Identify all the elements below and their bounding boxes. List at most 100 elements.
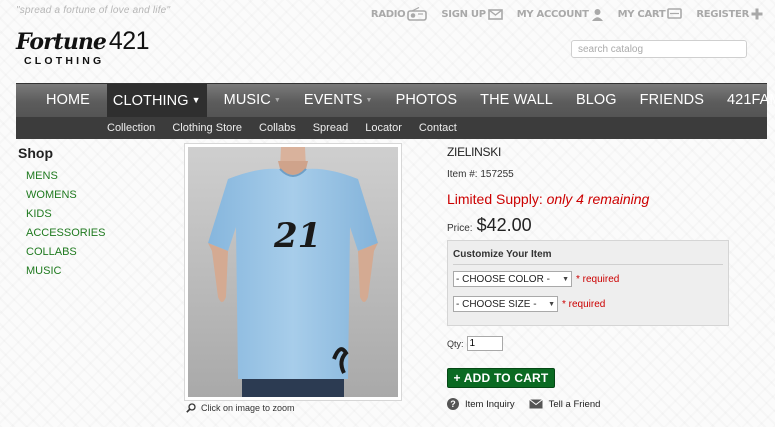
- product-image[interactable]: 21: [184, 143, 402, 401]
- item-inquiry-label: Item Inquiry: [465, 398, 515, 410]
- product-name: ZIELINSKI: [447, 145, 501, 159]
- my-cart-link[interactable]: MY CART: [617, 7, 683, 21]
- item-number-value: 157255: [480, 169, 514, 180]
- sign-up-label: SIGN UP: [441, 8, 486, 20]
- category-kids[interactable]: KIDS: [26, 207, 158, 226]
- radio-label: RADIO: [370, 8, 406, 20]
- category-collabs[interactable]: COLLABS: [26, 245, 158, 264]
- envelope-icon: [528, 399, 543, 409]
- size-select-value: - CHOOSE SIZE -: [456, 298, 537, 310]
- tshirt-photo: 21: [188, 147, 398, 397]
- stock-alert-remaining: only 4 remaining: [546, 191, 650, 207]
- product-details: ZIELINSKI Item #: 157255 Limited Supply:…: [447, 145, 747, 247]
- subnav-collabs[interactable]: Collabs: [259, 122, 296, 134]
- search-input[interactable]: [571, 40, 747, 58]
- size-select[interactable]: - CHOOSE SIZE - ▼: [453, 296, 558, 312]
- my-cart-label: MY CART: [617, 8, 666, 20]
- nav-music-label: MUSIC: [223, 92, 271, 108]
- nav-421family[interactable]: 421FAMILY: [721, 84, 775, 117]
- subnav-clothing-store[interactable]: Clothing Store: [172, 122, 242, 134]
- envelope-icon: [487, 9, 503, 20]
- subnav-spread[interactable]: Spread: [313, 122, 348, 134]
- chevron-down-icon: ▼: [562, 275, 569, 283]
- site-logo[interactable]: Fortune 421 CLOTHING: [16, 29, 150, 68]
- price-row: Price: $42.00: [447, 215, 747, 236]
- sign-up-link[interactable]: SIGN UP: [441, 8, 503, 20]
- category-mens[interactable]: MENS: [26, 169, 158, 188]
- nav-events-label: EVENTS: [303, 92, 363, 108]
- nav-the-wall[interactable]: THE WALL: [474, 84, 559, 117]
- shop-sidebar: Shop MENS WOMENS KIDS ACCESSORIES COLLAB…: [18, 145, 158, 283]
- main-navigation: HOME CLOTHING ▼ MUSIC ▼ EVENTS ▼ PHOTOS THE…: [16, 83, 775, 139]
- logo-wordmark: Fortune 421: [16, 29, 150, 55]
- user-icon: [591, 8, 603, 21]
- category-womens[interactable]: WOMENS: [26, 188, 158, 207]
- zoom-hint-text: Click on image to zoom: [201, 403, 295, 413]
- nav-clothing[interactable]: CLOTHING ▼: [106, 84, 207, 117]
- my-account-link[interactable]: MY ACCOUNT: [517, 8, 604, 21]
- price-label: Price:: [447, 223, 473, 234]
- color-row: - CHOOSE COLOR - ▼ * required: [453, 271, 619, 287]
- quantity-label: Qty:: [447, 338, 464, 349]
- tell-a-friend-label: Tell a Friend: [548, 398, 601, 410]
- color-select[interactable]: - CHOOSE COLOR - ▼: [453, 271, 572, 287]
- add-to-cart-button[interactable]: + ADD TO CART: [447, 368, 555, 388]
- tell-a-friend-link[interactable]: Tell a Friend: [528, 398, 601, 410]
- nav-friends[interactable]: FRIENDS: [634, 84, 710, 117]
- nav-blog-label: BLOG: [575, 92, 617, 108]
- zoom-hint[interactable]: Click on image to zoom: [186, 403, 295, 413]
- color-select-value: - CHOOSE COLOR -: [456, 273, 550, 285]
- shop-heading: Shop: [18, 145, 53, 161]
- item-number: Item #: 157255: [447, 169, 747, 180]
- clothing-submenu: Collection Clothing Store Collabs Spread…: [16, 117, 767, 139]
- item-inquiry-link[interactable]: ? Item Inquiry: [447, 398, 515, 410]
- shirt-graphic-text: 21: [273, 216, 321, 256]
- nav-music[interactable]: MUSIC ▼: [218, 84, 287, 117]
- color-required-note: * required: [576, 273, 620, 285]
- item-number-label: Item #:: [447, 169, 478, 180]
- stock-alert: Limited Supply: only 4 remaining: [447, 191, 747, 207]
- nav-the-wall-label: THE WALL: [480, 92, 553, 108]
- nav-421family-label: 421FAMILY: [726, 92, 775, 108]
- product-actions: ? Item Inquiry Tell a Friend: [447, 398, 614, 410]
- subnav-locator[interactable]: Locator: [365, 122, 402, 134]
- chevron-down-icon: ▼: [365, 97, 373, 104]
- magnifier-icon: [186, 403, 196, 413]
- size-row: - CHOOSE SIZE - ▼ * required: [453, 296, 605, 312]
- nav-photos-label: PHOTOS: [395, 92, 458, 108]
- radio-link[interactable]: RADIO: [370, 7, 428, 21]
- nav-friends-label: FRIENDS: [639, 92, 704, 108]
- subnav-contact[interactable]: Contact: [419, 122, 457, 134]
- plus-icon: [751, 8, 763, 20]
- primary-menu: HOME CLOTHING ▼ MUSIC ▼ EVENTS ▼ PHOTOS THE…: [16, 84, 775, 117]
- nav-blog[interactable]: BLOG: [570, 84, 623, 117]
- quantity-row: Qty:: [447, 336, 503, 351]
- nav-photos[interactable]: PHOTOS: [390, 84, 464, 117]
- logo-number: 421: [108, 27, 150, 55]
- radio-icon: [407, 7, 428, 21]
- price-value: $42.00: [476, 215, 532, 235]
- chevron-down-icon: ▼: [548, 300, 555, 308]
- question-icon: ?: [447, 398, 459, 410]
- customize-title: Customize Your Item: [453, 249, 723, 265]
- my-account-label: MY ACCOUNT: [516, 8, 589, 20]
- chevron-down-icon: ▼: [191, 95, 201, 105]
- register-label: REGISTER: [696, 8, 749, 20]
- stock-alert-prefix: Limited Supply:: [447, 191, 543, 207]
- logo-script: Fortune: [16, 29, 107, 55]
- nav-events[interactable]: EVENTS ▼: [298, 84, 379, 117]
- category-music[interactable]: MUSIC: [26, 264, 158, 283]
- logo-subtitle: CLOTHING: [24, 55, 105, 67]
- customize-panel: Customize Your Item - CHOOSE COLOR - ▼ * …: [447, 240, 729, 326]
- nav-home[interactable]: HOME: [40, 84, 96, 117]
- cart-icon: [667, 7, 683, 19]
- register-link[interactable]: REGISTER: [696, 8, 763, 20]
- chevron-down-icon: ▼: [273, 97, 281, 104]
- subnav-collection[interactable]: Collection: [107, 122, 155, 134]
- nav-home-label: HOME: [46, 92, 90, 108]
- site-tagline: "spread a fortune of love and life": [16, 5, 171, 16]
- quantity-input[interactable]: [466, 336, 503, 351]
- size-required-note: * required: [562, 298, 606, 310]
- nav-clothing-label: CLOTHING: [112, 93, 189, 109]
- category-accessories[interactable]: ACCESSORIES: [26, 226, 158, 245]
